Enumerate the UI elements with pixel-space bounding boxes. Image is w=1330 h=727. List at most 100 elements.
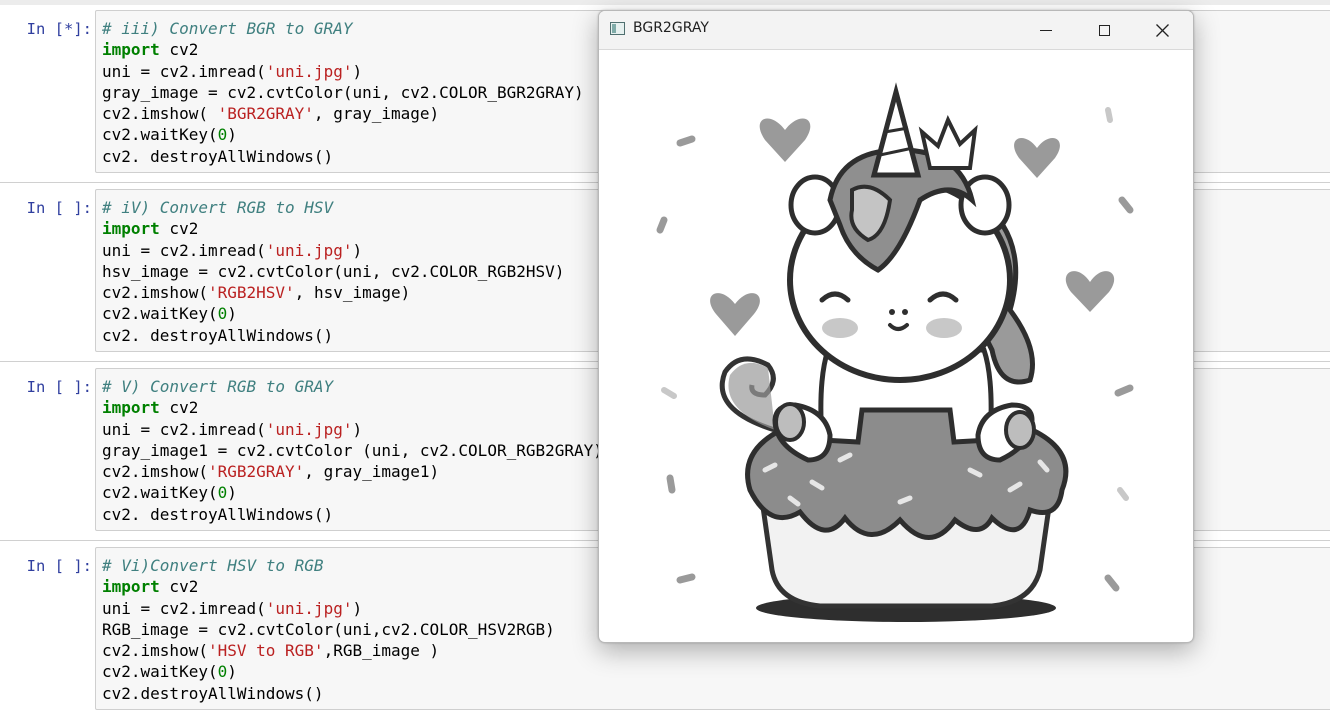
cell-prompt: In [ ]: <box>26 199 92 217</box>
minimize-button[interactable] <box>1017 11 1075 49</box>
code-token: # iii) Convert BGR to GRAY <box>102 19 353 38</box>
code-line: uni = cv2.imread('uni.jpg') <box>102 61 584 82</box>
code-line: gray_image = cv2.cvtColor(uni, cv2.COLOR… <box>102 82 584 103</box>
code-line: cv2.waitKey(0) <box>102 124 584 145</box>
code-token: import <box>102 398 160 418</box>
code-token: ) <box>227 125 237 145</box>
code-line: cv2. destroyAllWindows() <box>102 146 584 167</box>
code-line: # Vi)Convert HSV to RGB <box>102 555 555 576</box>
code-token: # Vi)Convert HSV to RGB <box>102 556 324 575</box>
code-token: ) <box>352 240 363 260</box>
code-token: import <box>102 577 160 597</box>
code-token: cv2.waitKey( <box>102 304 218 324</box>
code-token: 'uni.jpg' <box>265 419 353 439</box>
code-token: ) <box>352 598 363 618</box>
close-button[interactable] <box>1133 11 1191 49</box>
cell-prompt: In [ ]: <box>26 557 92 575</box>
code-line: uni = cv2.imread('uni.jpg') <box>102 598 555 619</box>
minimize-icon <box>1040 29 1052 31</box>
code-token: ) <box>227 304 237 324</box>
code-token: cv2 <box>159 577 199 597</box>
code-line: cv2.waitKey(0) <box>102 661 555 682</box>
code-line: uni = cv2.imread('uni.jpg') <box>102 419 603 440</box>
code-token: uni = cv2.imread( <box>102 419 266 439</box>
code-token: cv2 <box>159 398 199 418</box>
notebook-top-bar <box>0 0 1330 5</box>
code-token: cv2 <box>159 40 199 60</box>
code-token: cv2. destroyAllWindows() <box>102 325 334 345</box>
code-token: cv2.waitKey( <box>102 662 218 682</box>
code-line: RGB_image = cv2.cvtColor(uni,cv2.COLOR_H… <box>102 619 555 640</box>
code-token: import <box>102 40 160 60</box>
code-block: # iV) Convert RGB to HSV import cv2 uni = … <box>102 197 564 346</box>
code-token: 'uni.jpg' <box>265 61 353 81</box>
code-token: uni = cv2.imread( <box>102 598 266 618</box>
grayscale-unicorn-image <box>600 50 1192 641</box>
code-token: , hsv_image) <box>294 283 411 303</box>
code-token: RGB_image = cv2.cvtColor(uni,cv2.COLOR_H… <box>102 619 555 639</box>
code-token: hsv_image = cv2.cvtColor(uni, cv2.COLOR_… <box>102 261 565 281</box>
code-token: ,RGB_image ) <box>323 641 440 661</box>
code-token: ) <box>352 61 363 81</box>
code-block: # iii) Convert BGR to GRAY import cv2 uni … <box>102 18 584 167</box>
code-token: ) <box>352 419 363 439</box>
maximize-icon <box>1098 24 1110 36</box>
code-line: cv2.imshow( 'BGR2GRAY', gray_image) <box>102 103 584 124</box>
maximize-button[interactable] <box>1075 11 1133 49</box>
code-line: cv2.imshow('HSV to RGB',RGB_image ) <box>102 640 555 661</box>
code-token: gray_image1 = cv2.cvtColor (uni, cv2.COL… <box>102 440 603 460</box>
code-token: 'HSV to RGB' <box>207 641 324 661</box>
code-token: 'RGB2HSV' <box>207 283 295 303</box>
imshow-window[interactable]: BGR2GRAY <box>598 10 1194 643</box>
code-block: # V) Convert RGB to GRAY import cv2 uni = … <box>102 376 603 525</box>
code-token: 0 <box>217 304 228 324</box>
code-token: cv2.imshow( <box>102 462 208 482</box>
code-line: cv2.waitKey(0) <box>102 303 564 324</box>
code-line: import cv2 <box>102 218 564 239</box>
code-token: import <box>102 219 160 239</box>
code-token: , gray_image) <box>313 104 440 124</box>
close-icon <box>1155 23 1169 37</box>
unicorn-on-cupcake-grayscale-image <box>656 82 1134 622</box>
code-token: , gray_image1) <box>304 462 440 482</box>
code-token: 0 <box>217 662 228 682</box>
code-token: # iV) Convert RGB to HSV <box>102 198 334 217</box>
code-line: cv2.destroyAllWindows() <box>102 683 555 704</box>
code-token: cv2.waitKey( <box>102 483 218 503</box>
window-titlebar[interactable]: BGR2GRAY <box>599 11 1193 50</box>
window-title: BGR2GRAY <box>633 20 709 36</box>
code-line: # iV) Convert RGB to HSV <box>102 197 564 218</box>
code-token: cv2.imshow( <box>102 283 208 303</box>
cell-prompt: In [*]: <box>26 20 92 38</box>
code-token: ) <box>227 662 237 682</box>
opencv-window-icon <box>610 22 625 35</box>
code-line: cv2.imshow('RGB2GRAY', gray_image1) <box>102 461 603 482</box>
code-line: cv2.imshow('RGB2HSV', hsv_image) <box>102 282 564 303</box>
code-token: cv2.waitKey( <box>102 125 218 145</box>
code-token: 'uni.jpg' <box>265 240 353 260</box>
code-token: cv2.destroyAllWindows() <box>102 683 324 703</box>
code-token: uni = cv2.imread( <box>102 61 266 81</box>
code-line: import cv2 <box>102 397 603 418</box>
cell-prompt: In [ ]: <box>26 378 92 396</box>
code-token: cv2.imshow( <box>102 104 218 124</box>
code-line: import cv2 <box>102 576 555 597</box>
code-token: # V) Convert RGB to GRAY <box>102 377 334 396</box>
code-token: 'uni.jpg' <box>265 598 353 618</box>
code-block: # Vi)Convert HSV to RGB import cv2 uni = c… <box>102 555 555 704</box>
code-token: cv2. destroyAllWindows() <box>102 146 334 166</box>
code-token: uni = cv2.imread( <box>102 240 266 260</box>
code-line: cv2.waitKey(0) <box>102 482 603 503</box>
code-line: hsv_image = cv2.cvtColor(uni, cv2.COLOR_… <box>102 261 564 282</box>
code-line: import cv2 <box>102 39 584 60</box>
code-token: 0 <box>217 483 228 503</box>
code-token: gray_image = cv2.cvtColor(uni, cv2.COLOR… <box>102 82 584 102</box>
code-line: uni = cv2.imread('uni.jpg') <box>102 240 564 261</box>
code-token: 0 <box>217 125 228 145</box>
code-token: cv2. destroyAllWindows() <box>102 504 334 524</box>
code-line: # V) Convert RGB to GRAY <box>102 376 603 397</box>
code-token: 'RGB2GRAY' <box>207 462 305 482</box>
code-token: cv2.imshow( <box>102 641 208 661</box>
code-token: cv2 <box>159 219 199 239</box>
code-line: cv2. destroyAllWindows() <box>102 504 603 525</box>
